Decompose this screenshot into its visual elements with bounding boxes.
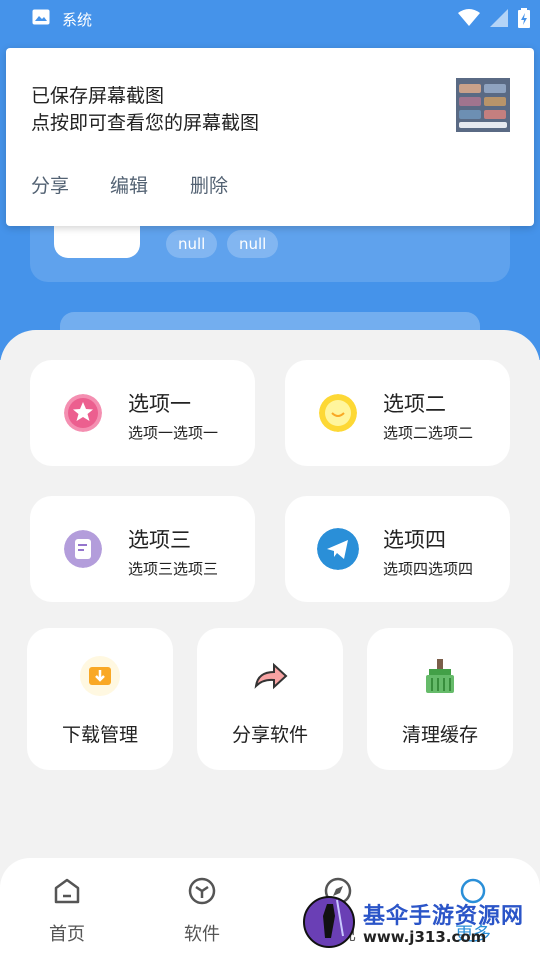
download-manager-button[interactable]: 下载管理 [27, 628, 173, 770]
nav-label: 软件 [184, 924, 220, 945]
nav-home[interactable]: 首页 [27, 876, 107, 946]
screenshot-notification[interactable]: 已保存屏幕截图 点按即可查看您的屏幕截图 分享 编辑 删除 [6, 48, 534, 226]
tool-label: 下载管理 [61, 724, 138, 746]
share-arrow-icon [254, 662, 288, 690]
yellow-chat-icon [319, 394, 357, 432]
battery-icon [518, 8, 530, 28]
download-folder-icon [80, 656, 120, 696]
image-icon [32, 9, 50, 25]
option-card-1[interactable]: 选项一 选项一选项一 [30, 360, 255, 466]
option-subtitle: 选项一选项一 [128, 424, 219, 442]
watermark-url: www.j313.com [363, 928, 487, 946]
telegram-icon [317, 528, 359, 570]
option-subtitle: 选项三选项三 [128, 560, 219, 578]
share-action-button[interactable]: 分享 [31, 171, 69, 198]
option-title: 选项三 [128, 528, 191, 552]
watermark-title: 基伞手游资源网 [363, 904, 525, 929]
status-bar: 系统 [0, 0, 540, 36]
share-app-button[interactable]: 分享软件 [197, 628, 343, 770]
signal-icon [490, 9, 508, 27]
nav-label: 首页 [49, 924, 85, 945]
cube-icon [188, 877, 216, 905]
notification-title: 已保存屏幕截图 [31, 85, 165, 107]
purple-note-icon [64, 530, 102, 568]
option-card-4[interactable]: 选项四 选项四选项四 [285, 496, 510, 602]
pink-star-icon [64, 394, 102, 432]
watermark-logo-icon [303, 896, 355, 948]
home-icon [54, 878, 80, 904]
notification-text: 点按即可查看您的屏幕截图 [31, 112, 260, 134]
watermark: 基伞手游资源网 www.j313.com [303, 886, 540, 960]
edit-action-button[interactable]: 编辑 [110, 171, 148, 198]
delete-action-button[interactable]: 删除 [190, 171, 228, 198]
option-card-2[interactable]: 选项二 选项二选项二 [285, 360, 510, 466]
wifi-icon [458, 9, 480, 26]
status-app-label: 系统 [62, 11, 93, 29]
clear-cache-button[interactable]: 清理缓存 [367, 628, 513, 770]
option-title: 选项四 [383, 528, 446, 552]
option-subtitle: 选项二选项二 [383, 424, 474, 442]
option-title: 选项二 [383, 392, 446, 416]
tool-label: 清理缓存 [401, 724, 478, 746]
option-title: 选项一 [128, 392, 191, 416]
profile-tag: null [227, 230, 279, 258]
option-card-3[interactable]: 选项三 选项三选项三 [30, 496, 255, 602]
screenshot-thumbnail[interactable] [456, 78, 510, 132]
broom-icon [426, 659, 454, 693]
profile-tag: null [166, 230, 218, 258]
tool-label: 分享软件 [231, 724, 308, 746]
nav-software[interactable]: 软件 [162, 876, 242, 946]
option-subtitle: 选项四选项四 [383, 560, 474, 578]
